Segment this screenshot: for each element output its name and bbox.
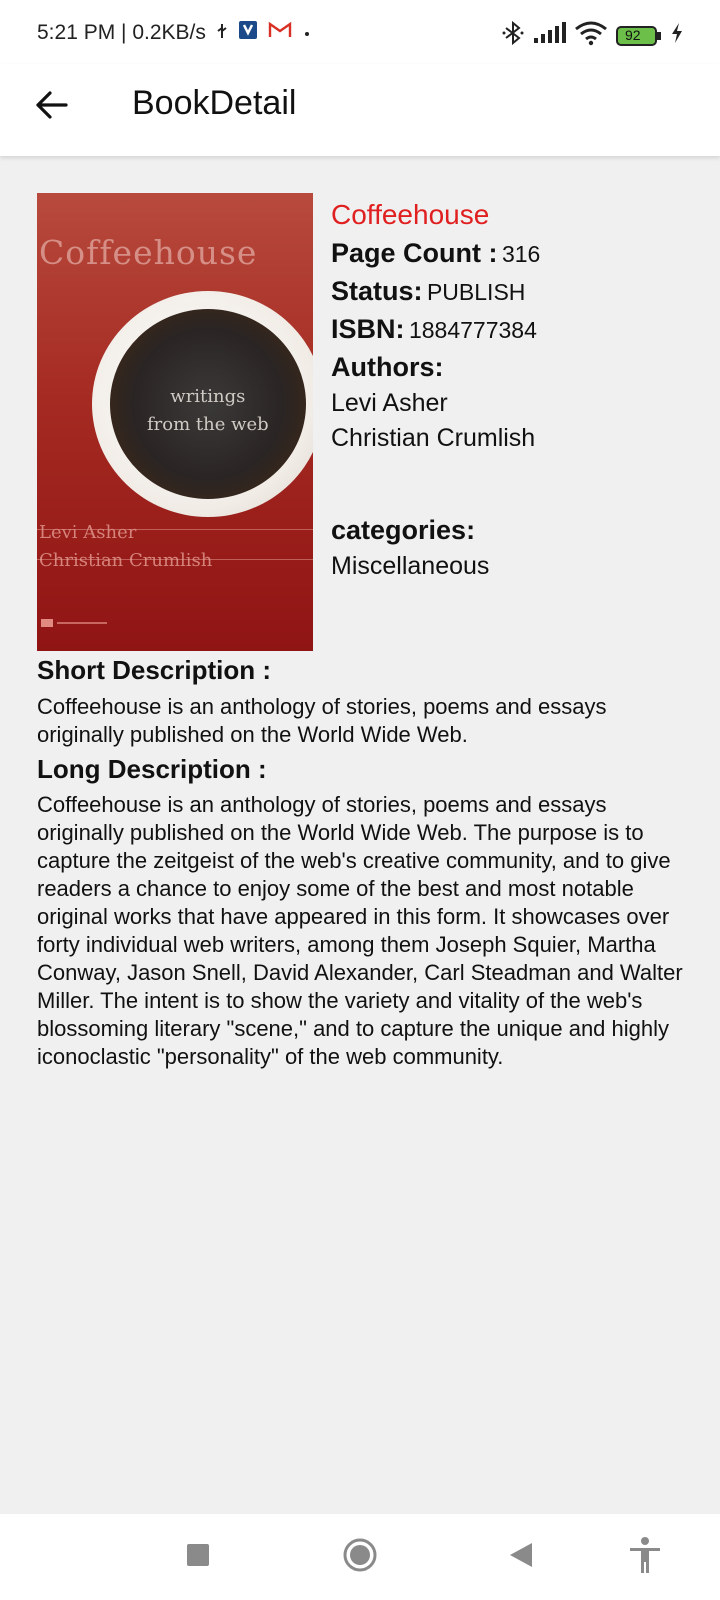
- status-bar: 5:21 PM | 0.2KB/s 92: [0, 0, 720, 64]
- back-triangle-icon: [508, 1541, 534, 1574]
- page-count-label: Page Count :: [331, 238, 498, 268]
- isbn-label: ISBN:: [331, 314, 405, 344]
- recents-button[interactable]: [175, 1534, 221, 1580]
- authors-row: Authors:: [331, 348, 701, 386]
- status-right: 92: [502, 20, 684, 51]
- status-row: Status: PUBLISH: [331, 272, 701, 310]
- cover-author-1: Levi Asher: [39, 522, 137, 543]
- long-description-label: Long Description :: [37, 754, 267, 784]
- system-nav-bar: [0, 1514, 720, 1600]
- signal-icon: [532, 22, 566, 49]
- usb-icon: [216, 21, 228, 45]
- app-notification-icon: [238, 20, 258, 46]
- page-title: BookDetail: [132, 84, 297, 122]
- cover-divider: [37, 559, 313, 560]
- nav-back-button[interactable]: [498, 1534, 544, 1580]
- cover-subtitle-line2: from the web: [147, 414, 269, 435]
- cover-authors: Levi Asher Christian Crumlish: [39, 519, 212, 575]
- isbn-value: 1884777384: [408, 317, 537, 343]
- battery-icon: 92: [616, 25, 662, 47]
- cover-title: Coffeehouse: [39, 233, 258, 272]
- book-info: Coffeehouse Page Count : 316 Status: PUB…: [331, 196, 701, 584]
- short-description-text: Coffeehouse is an anthology of stories, …: [37, 694, 607, 747]
- arrow-back-icon: [34, 90, 68, 125]
- category-item: Miscellaneous: [331, 552, 490, 580]
- dot-icon: [302, 21, 312, 45]
- categories-label: categories:: [331, 515, 476, 545]
- cover-subtitle-line1: writings: [170, 386, 246, 407]
- short-description-label: Short Description :: [37, 655, 272, 685]
- battery-level: 92: [625, 26, 641, 43]
- categories-row: categories:: [331, 511, 701, 549]
- charging-icon: [670, 22, 684, 49]
- home-button[interactable]: [337, 1534, 383, 1580]
- accessibility-button[interactable]: [622, 1534, 668, 1580]
- book-cover-image: Coffeehouse writings from the web Levi A…: [37, 193, 313, 651]
- page-count-value: 316: [501, 241, 541, 267]
- status-value: PUBLISH: [426, 279, 526, 305]
- publisher-logo: [41, 619, 111, 629]
- recents-square-icon: [185, 1542, 211, 1573]
- book-title: Coffeehouse: [331, 199, 490, 230]
- status-left: 5:21 PM | 0.2KB/s: [37, 20, 312, 46]
- home-circle-icon: [342, 1537, 378, 1578]
- status-time-speed: 5:21 PM | 0.2KB/s: [37, 21, 206, 44]
- page-count-row: Page Count : 316: [331, 234, 701, 272]
- back-button[interactable]: [26, 82, 76, 132]
- author-item: Christian Crumlish: [331, 424, 536, 452]
- isbn-row: ISBN: 1884777384: [331, 310, 701, 348]
- cover-author-2: Christian Crumlish: [39, 550, 213, 571]
- long-description-text: Coffeehouse is an anthology of stories, …: [37, 792, 683, 1069]
- author-item: Levi Asher: [331, 389, 448, 417]
- app-bar: BookDetail: [0, 64, 720, 156]
- wifi-icon: [574, 20, 608, 51]
- bluetooth-icon: [502, 20, 524, 50]
- cover-subtitle: writings from the web: [147, 383, 269, 439]
- accessibility-icon: [627, 1536, 663, 1579]
- status-label: Status:: [331, 276, 423, 306]
- authors-label: Authors:: [331, 352, 444, 382]
- gmail-icon: [268, 21, 292, 45]
